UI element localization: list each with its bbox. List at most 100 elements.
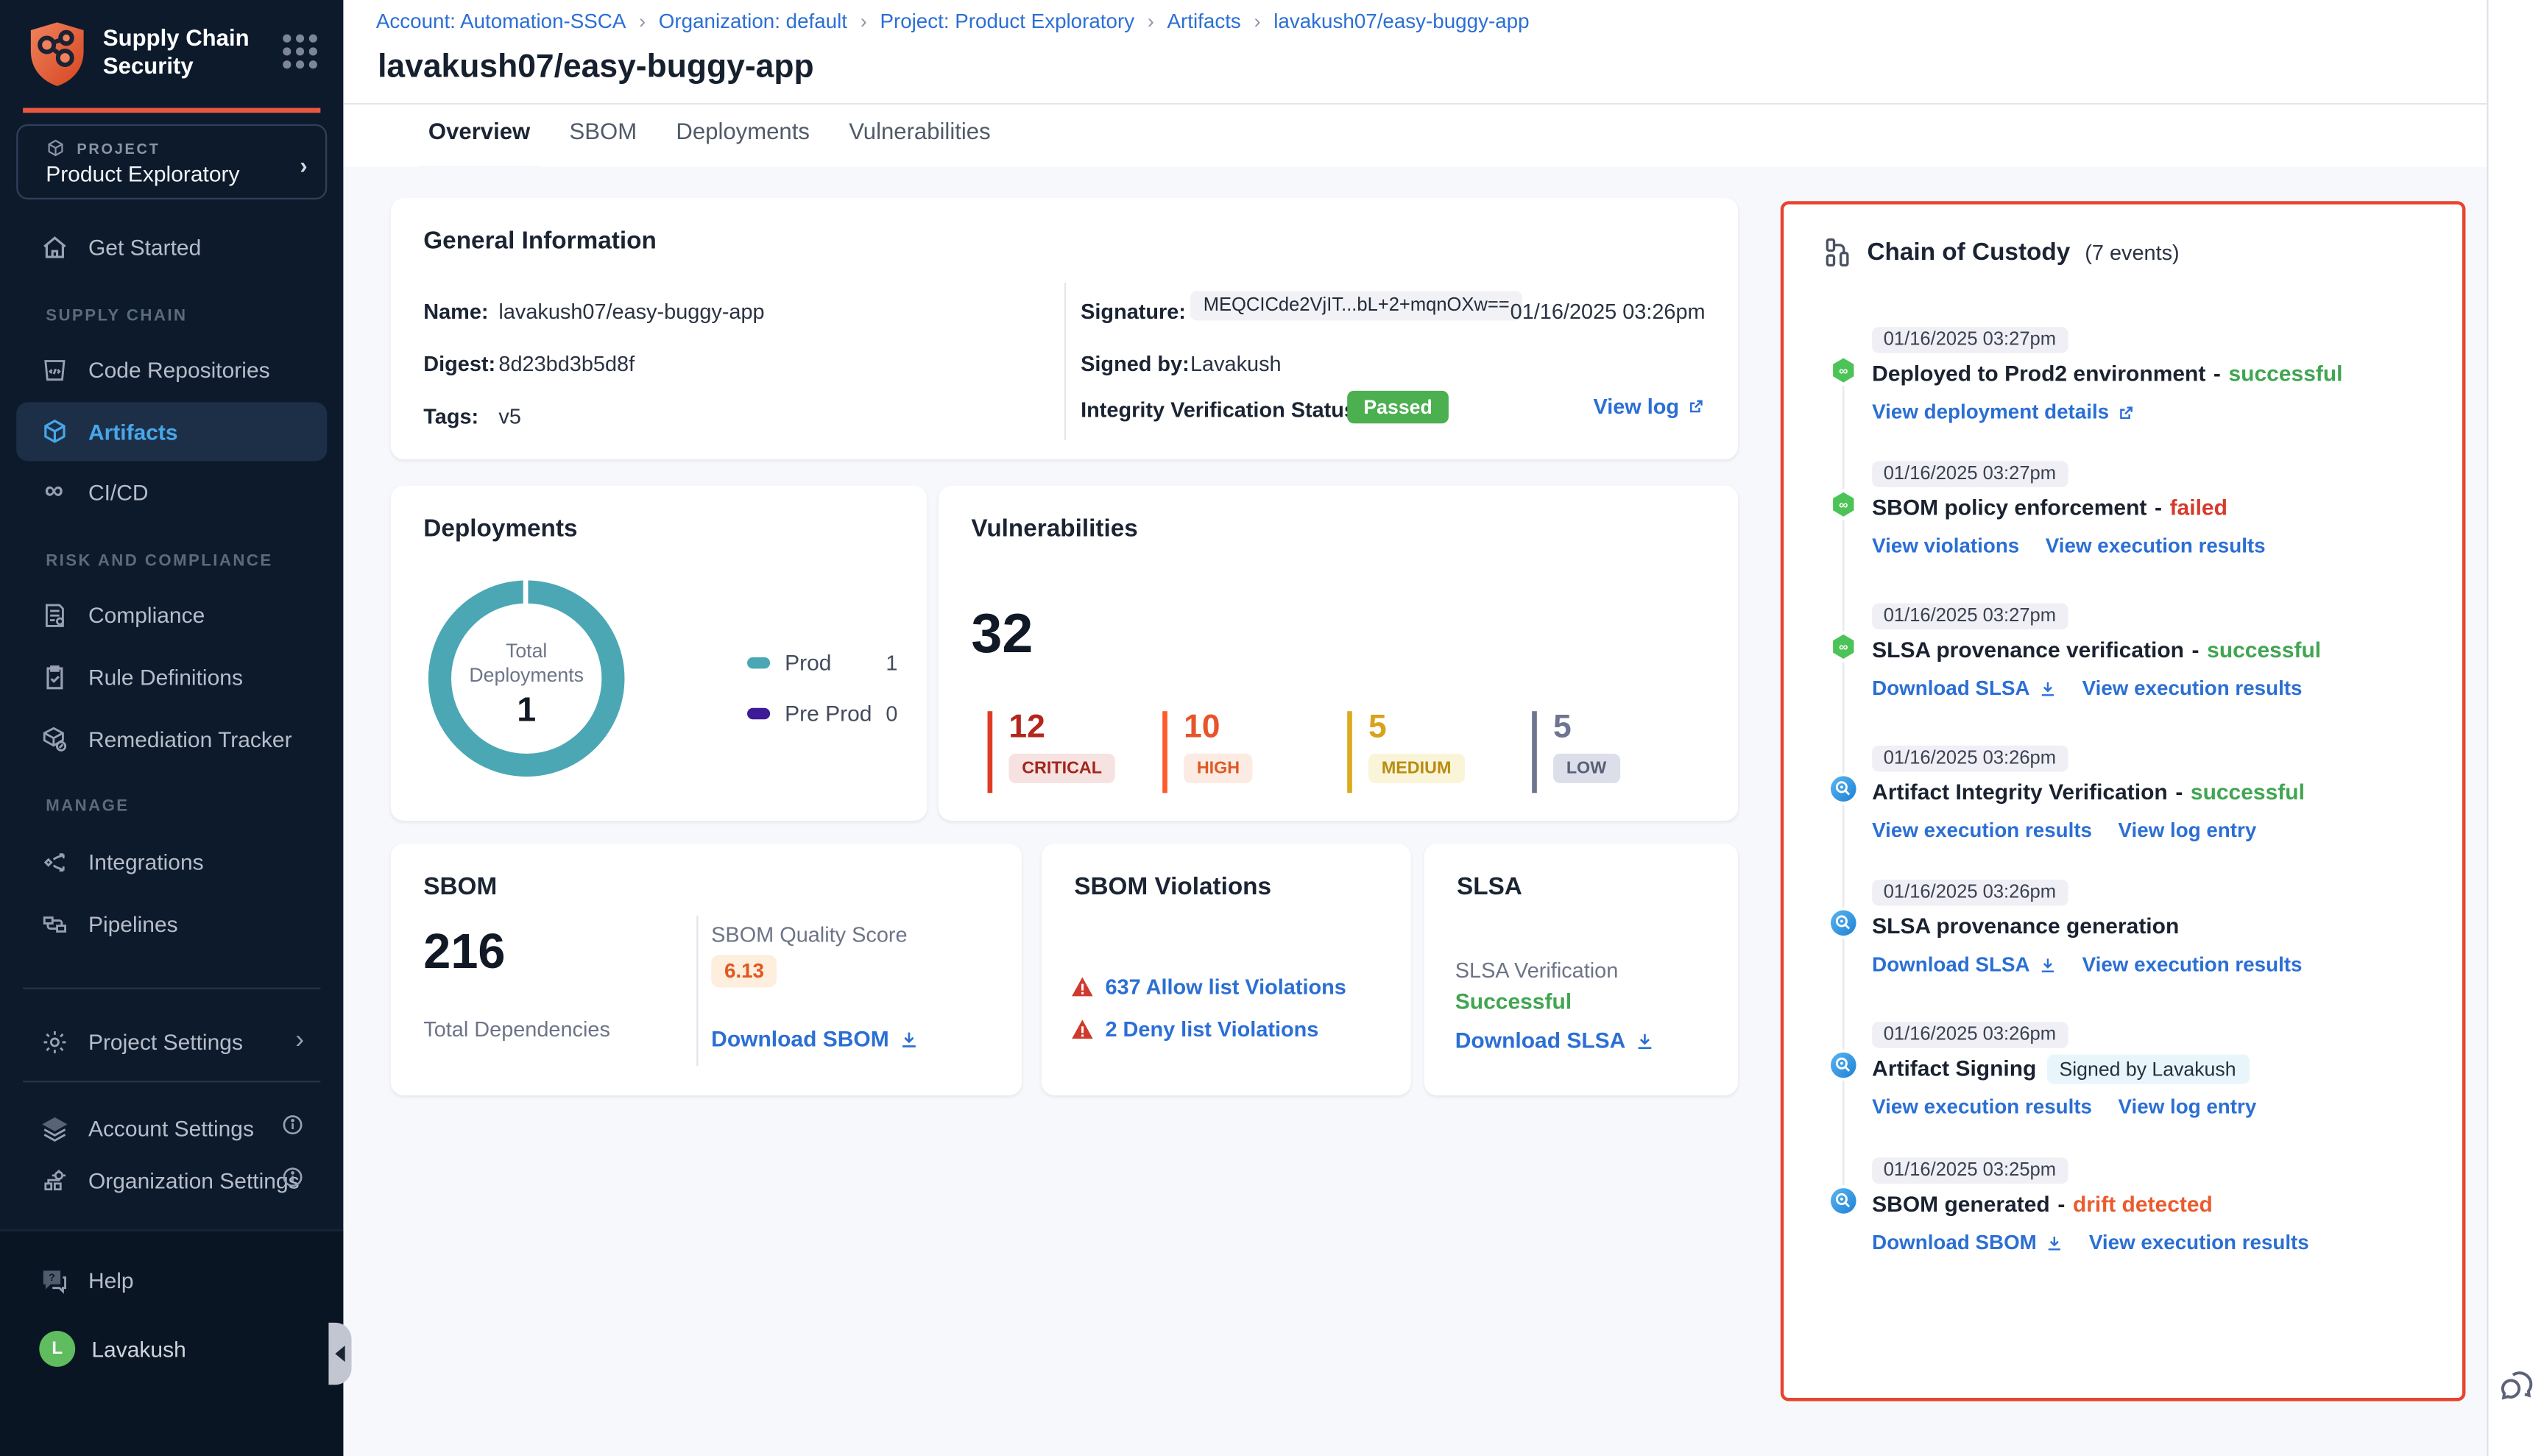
artifact-name-value: lavakush07/easy-buggy-app [498, 299, 764, 323]
view-execution-results-link[interactable]: View execution results [2046, 534, 2266, 557]
svg-text:?: ? [48, 1271, 54, 1282]
view-execution-results-link[interactable]: View execution results [2082, 677, 2303, 700]
event-timestamp: 01/16/2025 03:26pm [1872, 880, 2067, 906]
custody-event: 01/16/2025 03:26pm Artifact Integrity Ve… [1784, 746, 2469, 873]
project-selector[interactable]: PROJECT Product Exploratory › [16, 124, 327, 199]
sidebar-collapse-handle[interactable] [328, 1323, 351, 1385]
view-deployment-details-link[interactable]: View deployment details [1872, 400, 2135, 423]
sidebar-item-cicd[interactable]: ∞ CI/CD [16, 463, 327, 522]
view-log-link[interactable]: View log [1593, 394, 1705, 418]
sidebar-item-remediation-tracker[interactable]: Remediation Tracker [16, 710, 327, 768]
sidebar-footer: ? Help L Lavakush [0, 1229, 343, 1456]
event-title: Artifact Integrity Verification [1872, 780, 2168, 804]
view-execution-results-link[interactable]: View execution results [2082, 953, 2303, 976]
card-title: SBOM [423, 873, 497, 901]
sidebar-item-help[interactable]: ? Help [16, 1251, 327, 1310]
sitemap-icon [1823, 237, 1853, 266]
deny-list-violations-link[interactable]: 2 Deny list Violations [1071, 1017, 1319, 1042]
info-icon[interactable] [281, 1112, 304, 1143]
tags-value: v5 [498, 404, 521, 428]
severity-low: 5 LOW [1532, 711, 1619, 793]
view-log-entry-link[interactable]: View log entry [2119, 1095, 2257, 1118]
view-execution-results-link[interactable]: View execution results [1872, 1095, 2092, 1118]
view-log-entry-link[interactable]: View log entry [2119, 819, 2257, 842]
breadcrumb-artifact-name[interactable]: lavakush07/easy-buggy-app [1273, 10, 1529, 32]
event-title: Artifact Signing [1872, 1056, 2036, 1081]
user-name: Lavakush [91, 1337, 186, 1361]
event-timestamp: 01/16/2025 03:26pm [1872, 746, 2067, 772]
scan-icon [1828, 1185, 1859, 1216]
custody-event: 01/16/2025 03:27pm ∞ SLSA provenance ver… [1784, 604, 2469, 731]
sidebar-item-account-settings[interactable]: Account Settings [16, 1099, 327, 1158]
card-divider [1064, 283, 1066, 439]
cube-icon [39, 417, 68, 446]
view-violations-link[interactable]: View violations [1872, 534, 2019, 557]
card-title: Deployments [423, 515, 577, 543]
breadcrumb-artifacts[interactable]: Artifacts [1167, 10, 1241, 32]
custody-event: 01/16/2025 03:26pm Artifact SigningSigne… [1784, 1022, 2469, 1149]
view-execution-results-link[interactable]: View execution results [1872, 819, 2092, 842]
sidebar-item-integrations[interactable]: Integrations [16, 833, 327, 891]
app-window: Supply Chain Security PROJECT Product Ex… [0, 0, 2544, 1456]
total-deployments-value: 1 [425, 692, 627, 731]
breadcrumb-account[interactable]: Account: Automation-SSCA [376, 10, 626, 32]
allow-list-violations-link[interactable]: 637 Allow list Violations [1071, 975, 1346, 999]
sidebar-item-rule-definitions[interactable]: Rule Definitions [16, 648, 327, 707]
main-content: General Information Name: lavakush07/eas… [343, 167, 2487, 1456]
download-slsa-link[interactable]: Download SLSA [1872, 953, 2056, 976]
sidebar-user[interactable]: L Lavakush [16, 1319, 327, 1378]
tab-bar: Overview SBOM Deployments Vulnerabilitie… [427, 114, 992, 166]
card-title: Vulnerabilities [971, 515, 1138, 543]
breadcrumb-organization[interactable]: Organization: default [659, 10, 847, 32]
sidebar-item-get-started[interactable]: Get Started [16, 217, 327, 276]
tab-vulnerabilities[interactable]: Vulnerabilities [847, 114, 992, 166]
slsa-card: SLSA SLSA Verification Successful Downlo… [1424, 844, 1738, 1095]
download-slsa-link[interactable]: Download SLSA [1872, 677, 2056, 700]
download-sbom-link[interactable]: Download SBOM [711, 1027, 919, 1051]
sidebar-item-artifacts[interactable]: Artifacts [16, 402, 327, 461]
pre-prod-color-chip [747, 708, 770, 720]
sidebar-item-code-repositories[interactable]: Code Repositories [16, 340, 327, 399]
sidebar-item-project-settings[interactable]: Project Settings › [16, 1012, 327, 1071]
view-execution-results-link[interactable]: View execution results [2089, 1231, 2309, 1254]
event-status: failed [2170, 495, 2227, 520]
sidebar-item-pipelines[interactable]: Pipelines [16, 894, 327, 953]
deployments-card: Deployments TotalDeployments 1 Prod 1 Pr… [391, 486, 928, 821]
svg-text:∞: ∞ [1839, 498, 1848, 512]
tab-overview[interactable]: Overview [427, 114, 532, 166]
event-status: drift detected [2073, 1192, 2213, 1216]
event-timestamp: 01/16/2025 03:27pm [1872, 327, 2067, 353]
chevron-right-icon: › [295, 1027, 304, 1056]
scan-icon [1828, 908, 1859, 939]
sidebar-item-compliance[interactable]: Compliance [16, 585, 327, 644]
signature-date: 01/16/2025 03:26pm [1510, 299, 1706, 323]
info-icon[interactable] [281, 1165, 304, 1196]
pipeline-icon: ∞ [1828, 355, 1859, 386]
signature-value: MEQCICde2VjIT...bL+2+mqnOXw== [1190, 291, 1523, 320]
project-label: PROJECT [77, 141, 160, 157]
download-slsa-link[interactable]: Download SLSA [1455, 1028, 1656, 1053]
general-information-card: General Information Name: lavakush07/eas… [391, 198, 1738, 459]
chat-bubbles-icon[interactable] [2498, 1367, 2537, 1406]
signature-label: Signature: [1081, 299, 1186, 323]
app-switcher-icon[interactable] [283, 35, 317, 69]
home-icon [39, 232, 68, 261]
event-title: SLSA provenance verification [1872, 637, 2184, 662]
external-link-icon [1687, 397, 1705, 415]
integrations-icon [39, 847, 68, 877]
repository-icon [39, 355, 68, 384]
breadcrumb-project[interactable]: Project: Product Exploratory [880, 10, 1134, 32]
accent-divider [23, 108, 320, 113]
svg-text:∞: ∞ [1839, 640, 1848, 654]
download-sbom-link[interactable]: Download SBOM [1872, 1231, 2063, 1254]
sidebar-item-organization-settings[interactable]: Organization Settings [16, 1151, 327, 1210]
download-icon [1636, 1031, 1656, 1050]
digest-label: Digest: [423, 352, 495, 376]
event-title: Deployed to Prod2 environment [1872, 361, 2205, 386]
tab-deployments[interactable]: Deployments [674, 114, 811, 166]
gear-icon [39, 1027, 68, 1056]
legend-item-prod: Prod 1 [747, 651, 897, 675]
user-avatar: L [39, 1331, 75, 1367]
shield-logo-icon [26, 20, 88, 88]
tab-sbom[interactable]: SBOM [568, 114, 638, 166]
